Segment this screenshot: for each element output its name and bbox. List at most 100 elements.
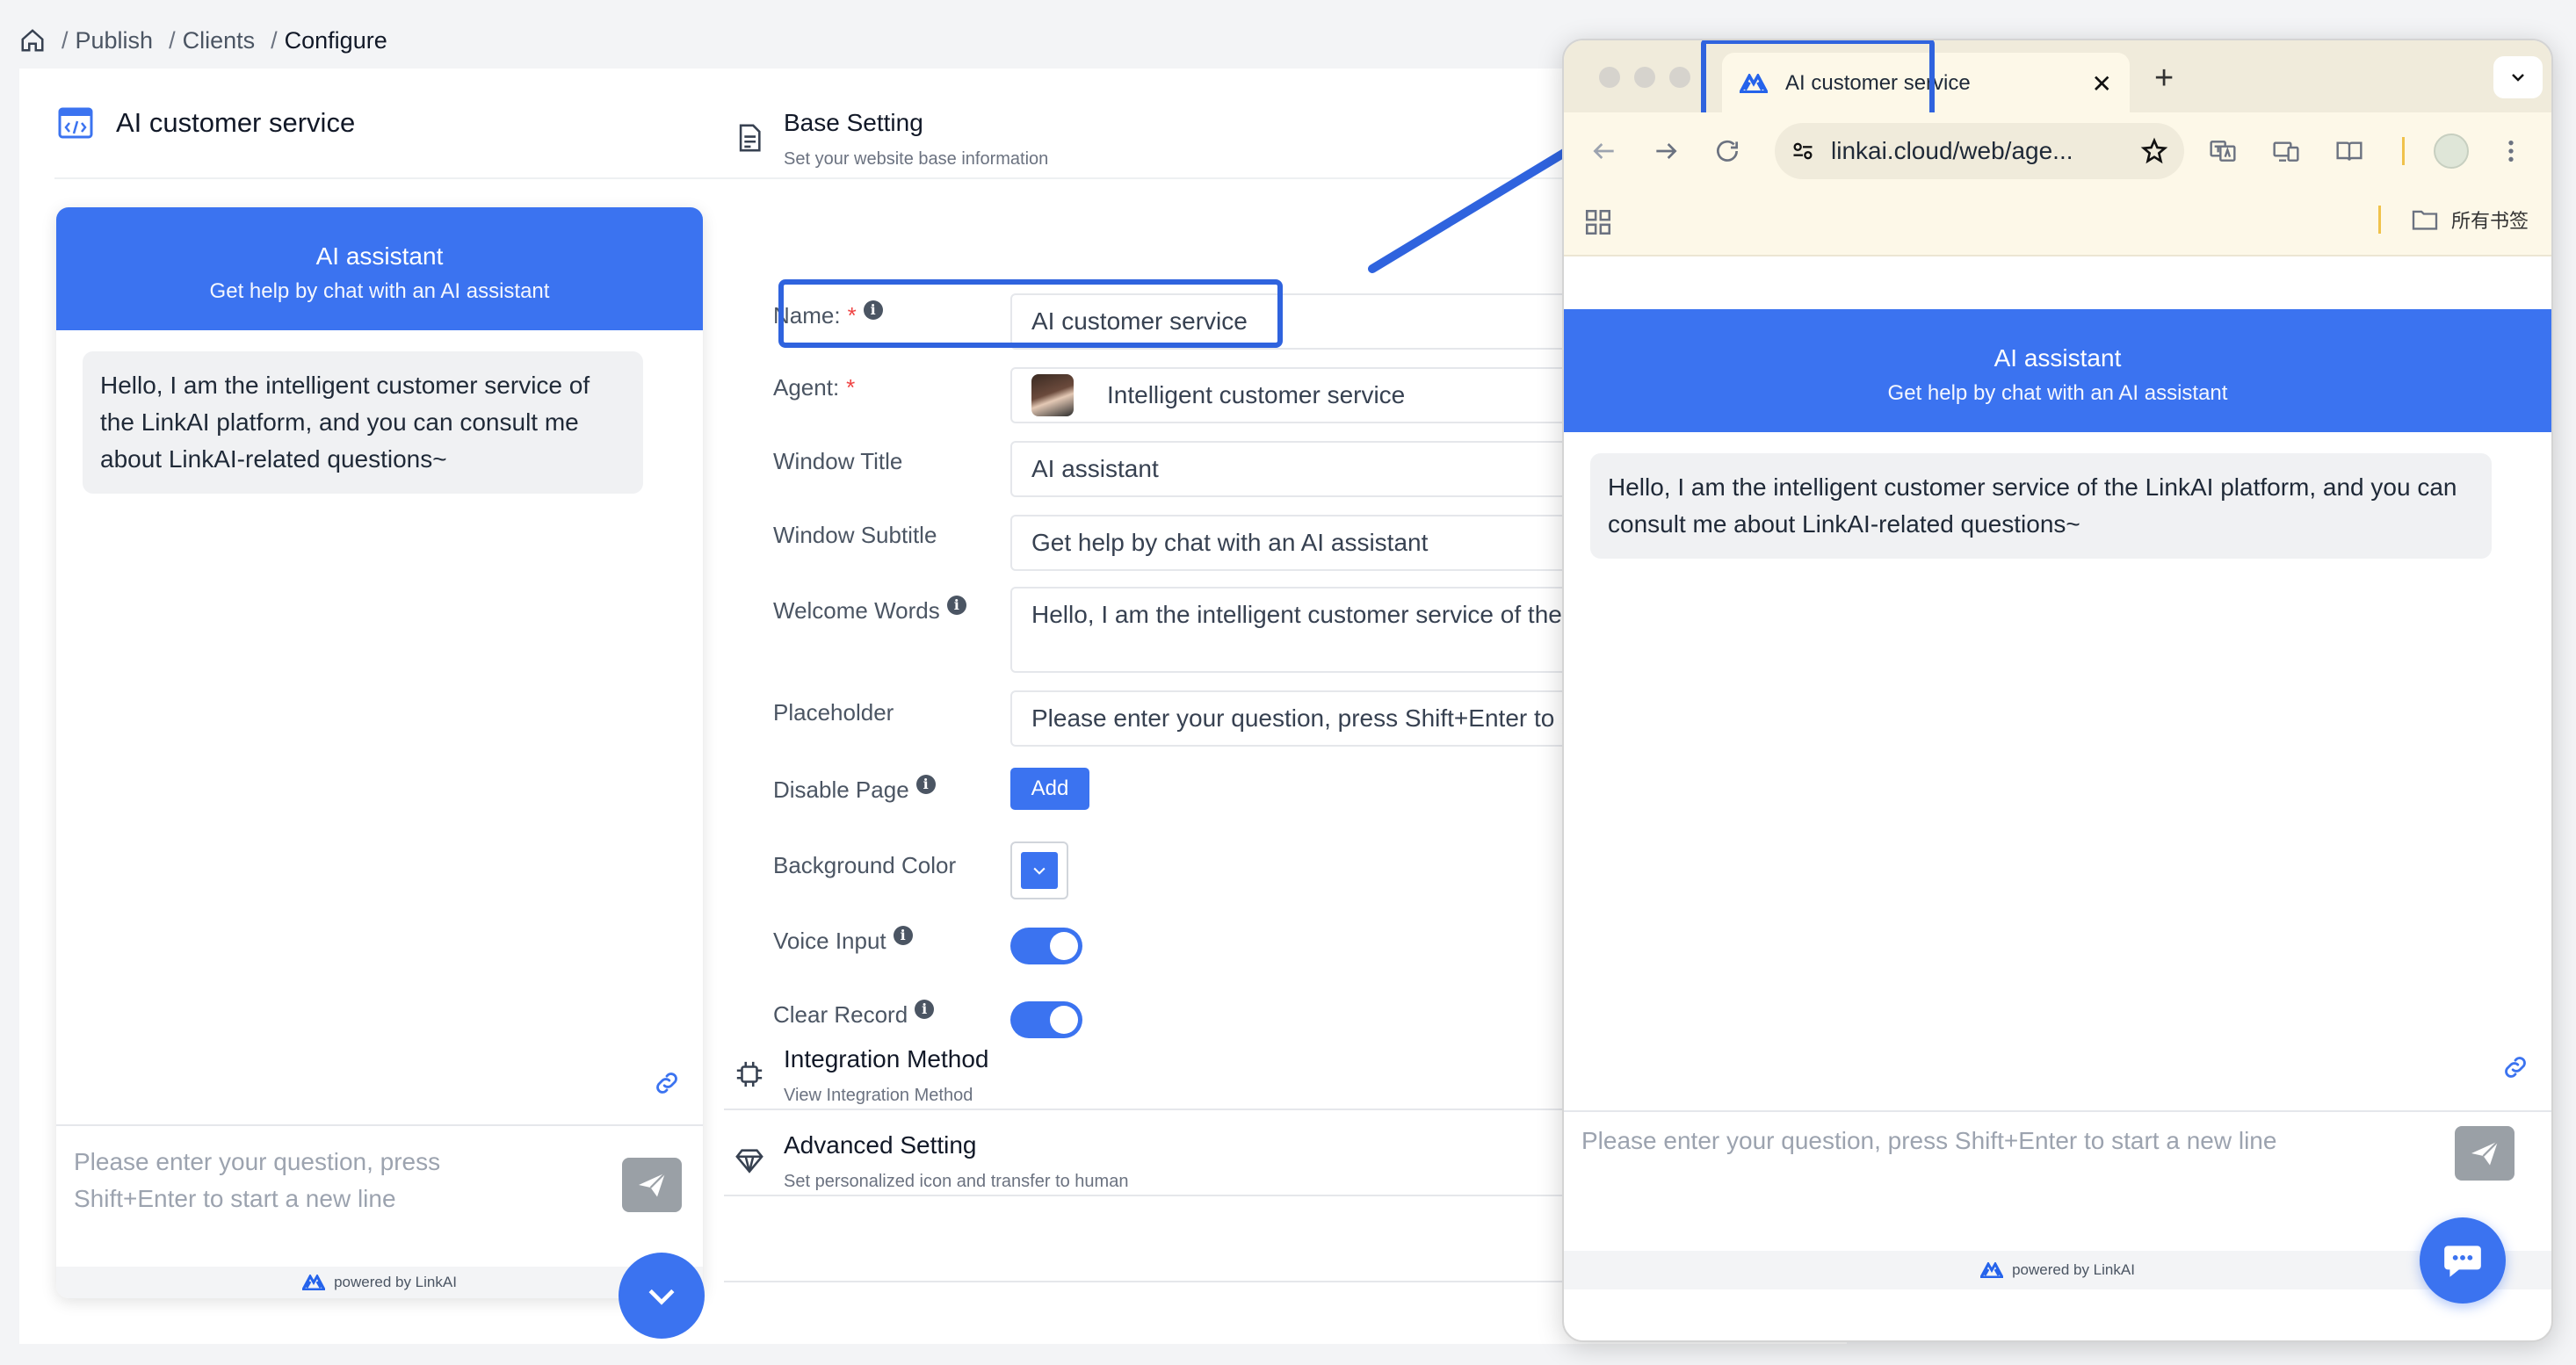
info-icon[interactable]: i <box>915 774 936 794</box>
name-highlight-box <box>778 279 1283 348</box>
welcome-message: Hello, I am the intelligent customer ser… <box>83 351 643 494</box>
chat-header: AI assistant Get help by chat with an AI… <box>1564 309 2551 432</box>
background-color-label-text: Background Color <box>773 852 957 878</box>
page-header: AI customer service <box>58 107 355 139</box>
advanced-subtitle: Set personalized icon and transfer to hu… <box>784 1172 1129 1191</box>
linkai-logo-icon <box>1980 1262 2004 1278</box>
integration-subtitle: View Integration Method <box>784 1086 973 1105</box>
window-close-dot[interactable] <box>1599 67 1620 88</box>
color-swatch <box>1021 852 1058 889</box>
back-icon[interactable] <box>1590 137 1618 165</box>
apps-grid-icon[interactable] <box>1583 207 1613 237</box>
breadcrumb-separator: / <box>62 26 69 54</box>
send-button[interactable] <box>622 1158 682 1212</box>
agent-label: Agent: * <box>773 374 855 401</box>
bookmarks-separator <box>2377 206 2381 234</box>
placeholder-input[interactable]: Please enter your question, press Shift+… <box>1010 690 1573 747</box>
reload-icon[interactable] <box>1713 137 1741 165</box>
more-menu-icon[interactable] <box>2497 137 2525 165</box>
chat-launcher-button[interactable] <box>2420 1217 2506 1304</box>
document-icon <box>739 124 761 152</box>
info-icon[interactable]: i <box>893 925 913 945</box>
chat-subtitle: Get help by chat with an AI assistant <box>1887 381 2228 405</box>
clear-record-label: Clear Record i <box>773 999 935 1029</box>
voice-input-label-text: Voice Input <box>773 928 886 954</box>
agent-label-text: Agent: <box>773 374 840 401</box>
window-zoom-dot[interactable] <box>1669 67 1690 88</box>
welcome-words-label: Welcome Words i <box>773 595 966 625</box>
scroll-down-button[interactable] <box>619 1253 705 1339</box>
window-title-input[interactable]: AI assistant <box>1010 441 1573 497</box>
section-divider <box>724 1109 1567 1110</box>
chat-input-placeholder[interactable]: Please enter your question, press Shift+… <box>74 1144 513 1217</box>
address-bar[interactable]: linkai.cloud/web/age... <box>1775 123 2184 179</box>
base-setting-title: Base Setting <box>784 109 923 136</box>
profile-avatar[interactable] <box>2434 134 2469 169</box>
browser-window: AI customer service ✕ + linkai.cloud/web… <box>1562 39 2553 1342</box>
voice-input-toggle[interactable] <box>1010 928 1082 964</box>
new-tab-icon[interactable]: + <box>2154 60 2174 98</box>
section-divider <box>724 1195 1567 1196</box>
window-subtitle-label: Window Subtitle <box>773 522 937 549</box>
integration-section[interactable]: Integration Method View Integration Meth… <box>734 1045 989 1106</box>
integration-title: Integration Method <box>784 1045 989 1072</box>
link-icon[interactable] <box>2500 1052 2530 1082</box>
send-icon <box>639 1172 666 1197</box>
window-title-label: Window Title <box>773 448 902 475</box>
window-minimize-dot[interactable] <box>1634 67 1655 88</box>
powered-by-text: powered by LinkAI <box>334 1274 457 1290</box>
breadcrumb-publish[interactable]: Publish <box>76 27 154 54</box>
powered-by: powered by LinkAI <box>56 1267 703 1298</box>
chat-title: AI assistant <box>315 242 444 270</box>
star-icon[interactable] <box>2140 137 2168 165</box>
chat-header: AI assistant Get help by chat with an AI… <box>56 207 703 330</box>
web-app-icon <box>58 107 93 139</box>
window-subtitle-input[interactable]: Get help by chat with an AI assistant <box>1010 515 1573 571</box>
forward-icon[interactable] <box>1652 137 1680 165</box>
diamond-icon <box>735 1149 763 1174</box>
welcome-message: Hello, I am the intelligent customer ser… <box>1590 453 2492 559</box>
all-bookmarks-label: 所有书签 <box>2450 210 2529 232</box>
cast-icon[interactable] <box>2272 137 2300 165</box>
chat-title: AI assistant <box>1994 344 2122 372</box>
url-text[interactable]: linkai.cloud/web/age... <box>1831 137 2124 165</box>
tab-search-button[interactable] <box>2493 56 2543 98</box>
base-setting-section: Base Setting Set your website base infor… <box>734 109 1048 170</box>
home-icon[interactable] <box>19 27 46 54</box>
send-button[interactable] <box>2455 1126 2514 1181</box>
translate-icon[interactable] <box>2209 137 2237 165</box>
window-title-label-text: Window Title <box>773 448 903 474</box>
browser-chat-widget: AI assistant Get help by chat with an AI… <box>1564 309 2551 1340</box>
advanced-section[interactable]: Advanced Setting Set personalized icon a… <box>734 1131 1128 1192</box>
site-settings-icon[interactable] <box>1791 139 1815 163</box>
link-icon[interactable] <box>652 1068 682 1098</box>
chat-input-area[interactable]: Please enter your question, press Shift+… <box>1564 1110 2551 1260</box>
chat-preview: AI assistant Get help by chat with an AI… <box>56 207 703 1298</box>
add-disable-page-button[interactable]: Add <box>1010 768 1089 810</box>
browser-toolbar: linkai.cloud/web/age... <box>1564 112 2551 188</box>
powered-by-text: powered by LinkAI <box>2012 1261 2135 1278</box>
advanced-title: Advanced Setting <box>784 1131 977 1159</box>
folder-icon <box>2412 210 2438 230</box>
agent-value: Intelligent customer service <box>1107 381 1406 408</box>
chat-input-area[interactable]: Please enter your question, press Shift+… <box>56 1124 703 1274</box>
tab-highlight-box <box>1701 40 1935 119</box>
all-bookmarks-folder[interactable]: 所有书签 <box>2377 206 2529 234</box>
info-icon[interactable]: i <box>915 999 935 1019</box>
agent-select[interactable]: Intelligent customer service <box>1010 367 1573 423</box>
reading-mode-icon[interactable] <box>2335 137 2363 165</box>
background-color-picker[interactable] <box>1010 841 1068 899</box>
background-color-label: Background Color <box>773 852 956 879</box>
breadcrumb: / Publish / Clients / Configure <box>19 23 387 58</box>
tab-close-icon[interactable]: ✕ <box>2092 69 2112 98</box>
welcome-words-textarea[interactable]: Hello, I am the intelligent customer ser… <box>1010 587 1573 673</box>
breadcrumb-clients[interactable]: Clients <box>183 27 256 54</box>
info-icon[interactable]: i <box>946 595 966 615</box>
send-icon <box>2471 1140 2499 1166</box>
clear-record-toggle[interactable] <box>1010 1001 1082 1038</box>
powered-by: powered by LinkAI <box>1564 1251 2551 1289</box>
breadcrumb-configure: Configure <box>284 26 387 54</box>
chevron-down-icon <box>648 1289 675 1305</box>
chat-input-placeholder[interactable]: Please enter your question, press Shift+… <box>1581 1123 2425 1159</box>
breadcrumb-separator: / <box>271 26 278 54</box>
